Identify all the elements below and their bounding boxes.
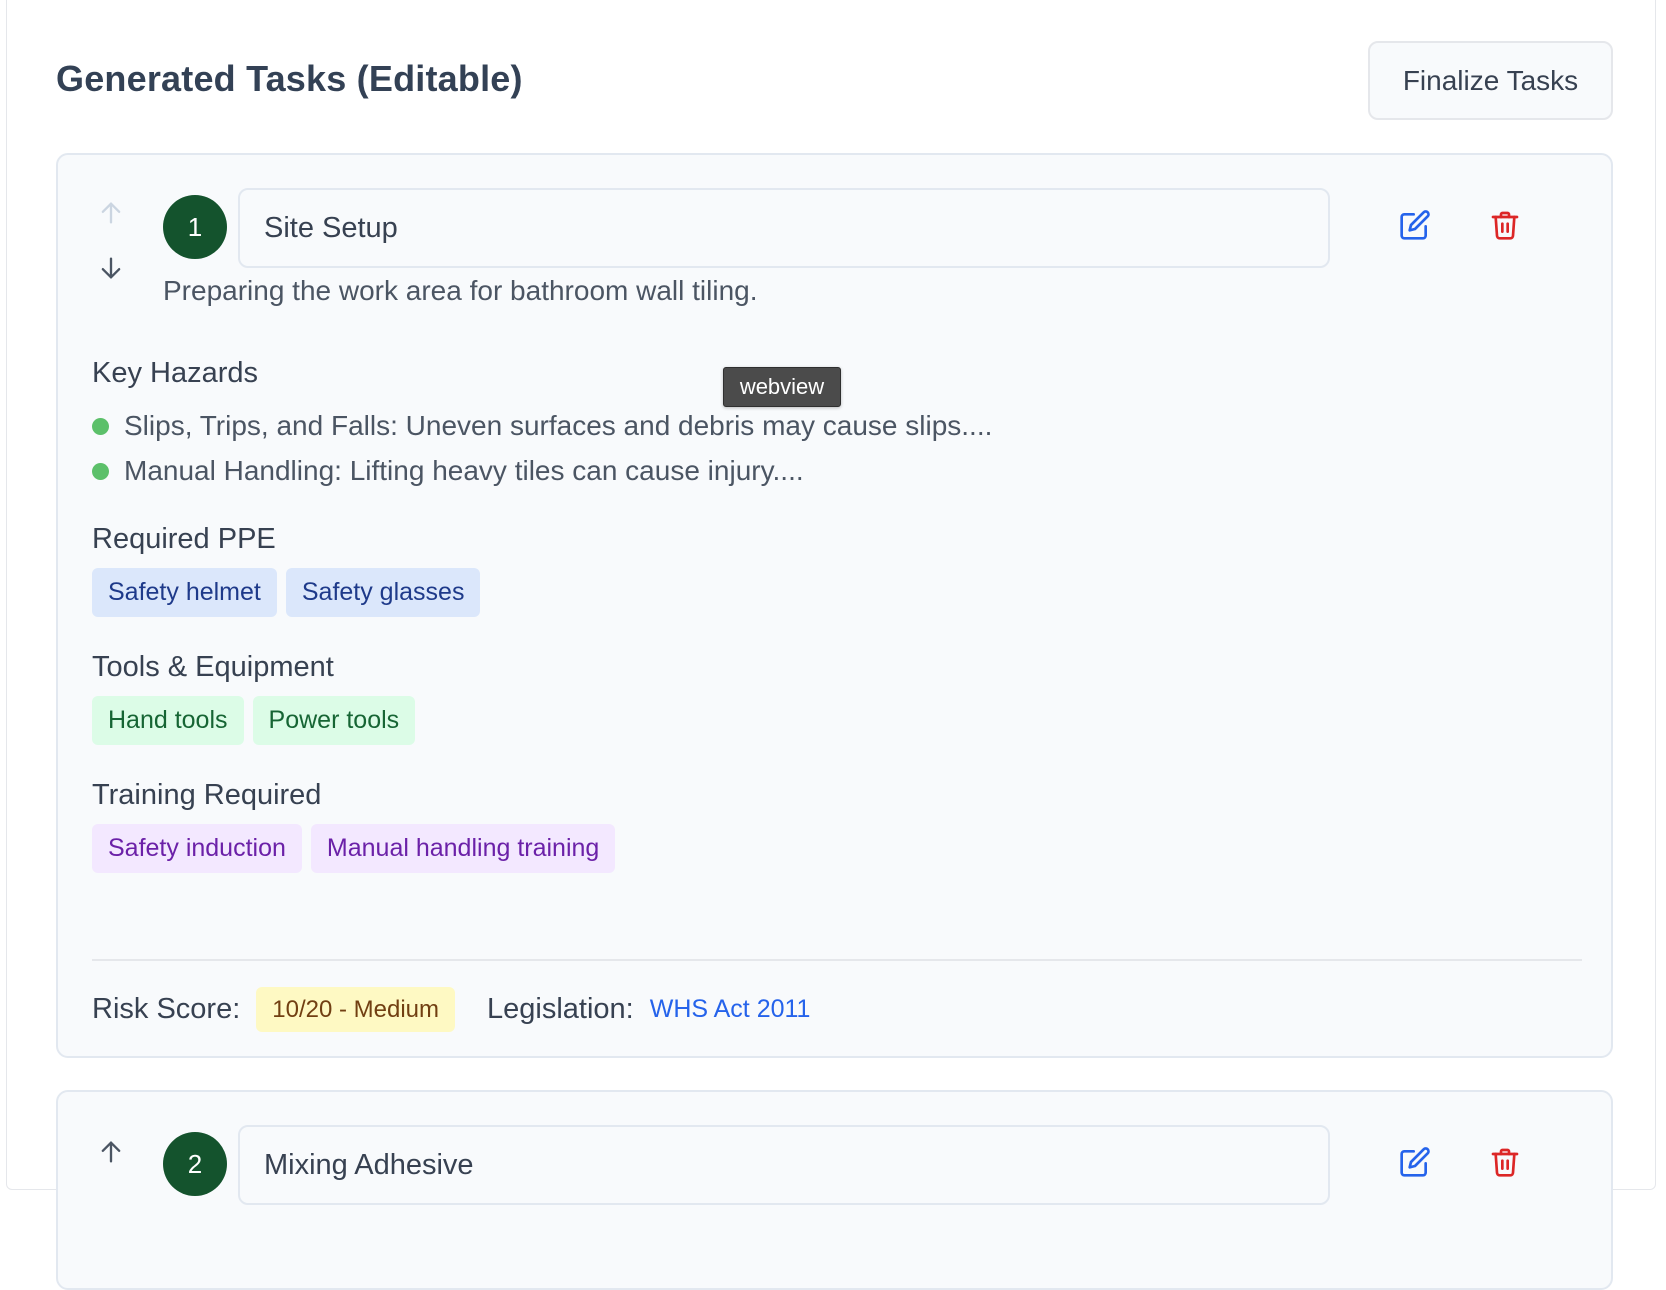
- task-description: Preparing the work area for bathroom wal…: [163, 275, 758, 306]
- tool-tag: Power tools: [252, 696, 416, 745]
- ppe-tag: Safety glasses: [285, 568, 481, 617]
- edit-icon: [1400, 1147, 1430, 1177]
- edit-task-button[interactable]: [1390, 1137, 1440, 1187]
- hazard-item: Manual Handling: Lifting heavy tiles can…: [92, 455, 804, 487]
- arrow-up-icon: [101, 1141, 121, 1163]
- edit-icon: [1400, 210, 1430, 240]
- move-up-button[interactable]: [93, 1134, 129, 1170]
- training-tag: Manual handling training: [310, 824, 616, 873]
- training-heading: Training Required: [92, 779, 322, 811]
- ppe-heading: Required PPE: [92, 523, 276, 555]
- arrow-down-icon: [101, 257, 121, 279]
- hazards-heading: Key Hazards: [92, 357, 259, 389]
- divider: [92, 959, 1582, 961]
- risk-score-label: Risk Score:: [92, 993, 241, 1025]
- task-title-input[interactable]: [238, 188, 1330, 268]
- tool-tag: Hand tools: [92, 696, 244, 745]
- task-title-input[interactable]: [238, 1125, 1330, 1205]
- delete-task-button[interactable]: [1480, 200, 1530, 250]
- training-tag: Safety induction: [92, 824, 302, 873]
- edit-task-button[interactable]: [1390, 200, 1440, 250]
- ppe-tags: Safety helmet Safety glasses: [92, 568, 481, 617]
- ppe-tag: Safety helmet: [92, 568, 277, 617]
- hazard-item: Slips, Trips, and Falls: Uneven surfaces…: [92, 410, 992, 442]
- step-number: 2: [163, 1132, 227, 1196]
- task-card: 2: [56, 1090, 1613, 1290]
- page-title: Generated Tasks (Editable): [56, 58, 523, 99]
- finalize-tasks-button[interactable]: Finalize Tasks: [1368, 41, 1613, 120]
- move-down-button[interactable]: [93, 250, 129, 286]
- hazard-text: Slips, Trips, and Falls: Uneven surfaces…: [124, 410, 993, 441]
- risk-score-badge: 10/20 - Medium: [256, 987, 456, 1032]
- bullet-dot-icon: [92, 462, 109, 480]
- move-up-button[interactable]: [93, 195, 129, 231]
- delete-task-button[interactable]: [1480, 1137, 1530, 1187]
- step-number: 1: [163, 195, 227, 259]
- hazard-text: Manual Handling: Lifting heavy tiles can…: [124, 455, 804, 486]
- trash-icon: [1491, 1148, 1519, 1177]
- legislation-link[interactable]: WHS Act 2011: [650, 995, 811, 1024]
- webview-tooltip: webview: [723, 367, 841, 407]
- task-footer: Risk Score: 10/20 - Medium Legislation: …: [92, 987, 810, 1032]
- legislation-label: Legislation:: [487, 993, 634, 1025]
- arrow-up-icon: [101, 202, 121, 224]
- task-card: 1 Preparing the work area for bathroom w…: [56, 153, 1613, 1058]
- trash-icon: [1491, 211, 1519, 240]
- tool-tags: Hand tools Power tools: [92, 696, 416, 745]
- tools-heading: Tools & Equipment: [92, 651, 334, 683]
- training-tags: Safety induction Manual handling trainin…: [92, 824, 616, 873]
- bullet-dot-icon: [92, 417, 109, 435]
